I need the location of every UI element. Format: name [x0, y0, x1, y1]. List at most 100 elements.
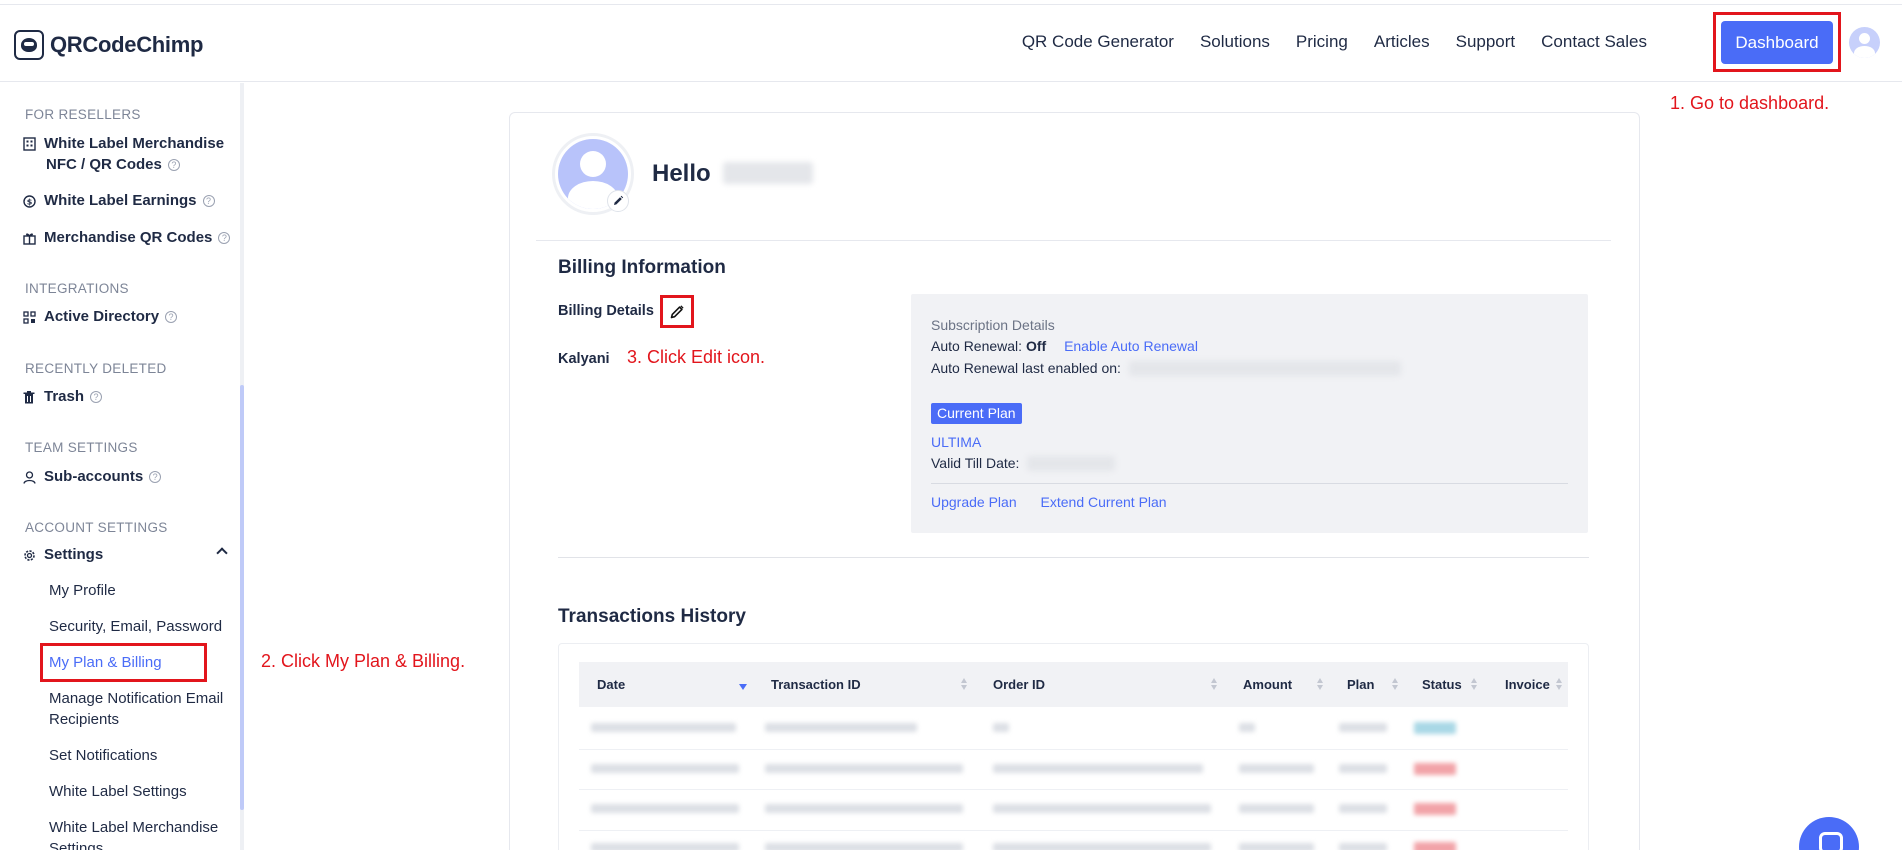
blurred-status-badge	[1414, 803, 1456, 815]
column-header-order-id[interactable]: Order ID	[993, 677, 1045, 692]
column-header-transaction-id[interactable]: Transaction ID	[771, 677, 861, 692]
sidebar-subitem-my-plan-billing[interactable]: My Plan & Billing	[49, 652, 162, 673]
blurred-cell	[591, 843, 739, 850]
enable-auto-renewal-link[interactable]: Enable Auto Renewal	[1064, 338, 1198, 354]
row-divider	[579, 789, 1568, 790]
user-icon	[22, 470, 36, 484]
plan-name: ULTIMA	[931, 434, 981, 450]
trash-icon	[22, 390, 36, 404]
blurred-cell	[1239, 764, 1314, 773]
sidebar-subitem-white-label-settings[interactable]: White Label Settings	[49, 781, 187, 802]
sidebar-item-settings[interactable]: Settings	[22, 544, 103, 565]
main-nav: QR Code Generator Solutions Pricing Arti…	[1022, 32, 1647, 52]
nav-solutions[interactable]: Solutions	[1200, 32, 1270, 52]
user-avatar-icon[interactable]	[1849, 27, 1880, 58]
sidebar-item-merchandise-qr-codes[interactable]: Merchandise QR Codes?	[22, 227, 231, 248]
column-header-date[interactable]: Date	[597, 677, 625, 692]
nav-articles[interactable]: Articles	[1374, 32, 1430, 52]
section-account-settings: ACCOUNT SETTINGS	[25, 520, 168, 535]
sort-icon[interactable]	[1392, 677, 1398, 691]
sort-descending-icon[interactable]	[739, 684, 747, 690]
nav-support[interactable]: Support	[1456, 32, 1516, 52]
blurred-cell	[1239, 843, 1314, 850]
avatar-edit-button[interactable]	[607, 190, 629, 212]
sort-icon[interactable]	[1317, 677, 1323, 691]
sort-icon[interactable]	[1211, 677, 1217, 691]
annotation-step-2: 2. Click My Plan & Billing.	[261, 651, 466, 671]
blurred-status-badge	[1414, 763, 1456, 775]
column-header-amount[interactable]: Amount	[1243, 677, 1292, 692]
directory-icon	[22, 310, 36, 324]
svg-text:$: $	[26, 197, 32, 206]
billing-details-label: Billing Details	[558, 303, 654, 319]
blurred-cell	[765, 723, 917, 732]
logo[interactable]: QRCodeChimp	[14, 30, 203, 60]
blurred-last-enabled-date	[1128, 361, 1401, 376]
sidebar-subitem-set-notifications[interactable]: Set Notifications	[49, 745, 157, 766]
coin-icon: $	[22, 194, 36, 208]
table-header-row	[579, 662, 1568, 707]
sidebar-item-white-label-merchandise[interactable]: White Label Merchandise NFC / QR Codes?	[22, 133, 224, 175]
column-header-plan[interactable]: Plan	[1347, 677, 1374, 692]
blurred-cell	[1339, 843, 1387, 850]
sidebar-scrollbar-thumb[interactable]	[240, 385, 244, 810]
row-divider	[579, 830, 1568, 831]
transactions-history-heading: Transactions History	[558, 606, 746, 627]
help-icon[interactable]: ?	[218, 232, 231, 245]
upgrade-plan-link[interactable]: Upgrade Plan	[931, 494, 1017, 510]
blurred-cell	[993, 764, 1203, 773]
section-integrations: INTEGRATIONS	[25, 281, 129, 296]
sort-icon[interactable]	[961, 677, 967, 691]
section-recently-deleted: RECENTLY DELETED	[25, 361, 167, 376]
auto-renewal-row: Auto Renewal: Off Enable Auto Renewal	[931, 338, 1198, 354]
sidebar-item-label: Trash	[44, 388, 85, 405]
top-header: QRCodeChimp QR Code Generator Solutions …	[0, 5, 1902, 82]
sort-icon[interactable]	[1471, 677, 1477, 691]
row-divider	[579, 749, 1568, 750]
sort-icon[interactable]	[1556, 677, 1562, 691]
blurred-cell	[1339, 804, 1387, 813]
help-icon[interactable]: ?	[202, 195, 215, 208]
sidebar-subitem-my-profile[interactable]: My Profile	[49, 580, 116, 601]
sidebar-subitem-security[interactable]: Security, Email, Password	[49, 616, 222, 637]
subscription-details-title: Subscription Details	[931, 317, 1055, 333]
extend-plan-link[interactable]: Extend Current Plan	[1041, 494, 1167, 510]
blurred-valid-till-date	[1027, 456, 1116, 471]
pencil-icon	[614, 195, 624, 205]
blurred-cell	[1339, 723, 1387, 732]
pencil-icon	[670, 304, 684, 318]
help-icon[interactable]: ?	[165, 311, 178, 324]
blurred-cell	[765, 764, 963, 773]
sidebar-item-trash[interactable]: Trash?	[22, 386, 103, 407]
gear-icon	[22, 548, 36, 562]
sidebar-item-white-label-earnings[interactable]: $ White Label Earnings?	[22, 190, 215, 211]
nav-qr-code-generator[interactable]: QR Code Generator	[1022, 32, 1174, 52]
billing-edit-button[interactable]	[664, 299, 690, 324]
valid-till-row: Valid Till Date:	[931, 455, 1116, 471]
sidebar-item-label: White Label Merchandise	[44, 135, 225, 152]
sidebar-item-label: Recipients	[49, 711, 120, 728]
help-icon[interactable]: ?	[149, 471, 162, 484]
column-header-status[interactable]: Status	[1422, 677, 1462, 692]
dashboard-button[interactable]: Dashboard	[1721, 21, 1833, 64]
column-header-invoice[interactable]: Invoice	[1505, 677, 1550, 692]
sidebar-subitem-notification-recipients[interactable]: Manage Notification Email Recipients	[49, 688, 223, 730]
plan-name-link[interactable]: ULTIMA	[931, 434, 981, 450]
valid-till-label: Valid Till Date:	[931, 455, 1020, 471]
blurred-status-badge	[1414, 842, 1456, 850]
help-icon[interactable]: ?	[90, 391, 103, 404]
nav-contact-sales[interactable]: Contact Sales	[1541, 32, 1647, 52]
sidebar-item-active-directory[interactable]: Active Directory?	[22, 306, 178, 327]
section-for-resellers: FOR RESELLERS	[25, 107, 141, 122]
blurred-cell	[1239, 723, 1255, 732]
auto-renewal-last-enabled-row: Auto Renewal last enabled on:	[931, 360, 1401, 376]
chat-support-icon[interactable]	[1799, 817, 1859, 850]
sidebar-item-label: Active Directory	[44, 308, 160, 325]
help-icon[interactable]: ?	[167, 159, 180, 172]
sidebar-item-label: NFC / QR Codes	[46, 156, 162, 173]
gift-icon	[22, 231, 36, 245]
nav-pricing[interactable]: Pricing	[1296, 32, 1348, 52]
sidebar-subitem-white-label-merchandise-settings[interactable]: White Label Merchandise Settings	[49, 817, 218, 850]
sidebar-item-sub-accounts[interactable]: Sub-accounts?	[22, 466, 162, 487]
sidebar-item-label: White Label Earnings	[44, 192, 197, 209]
